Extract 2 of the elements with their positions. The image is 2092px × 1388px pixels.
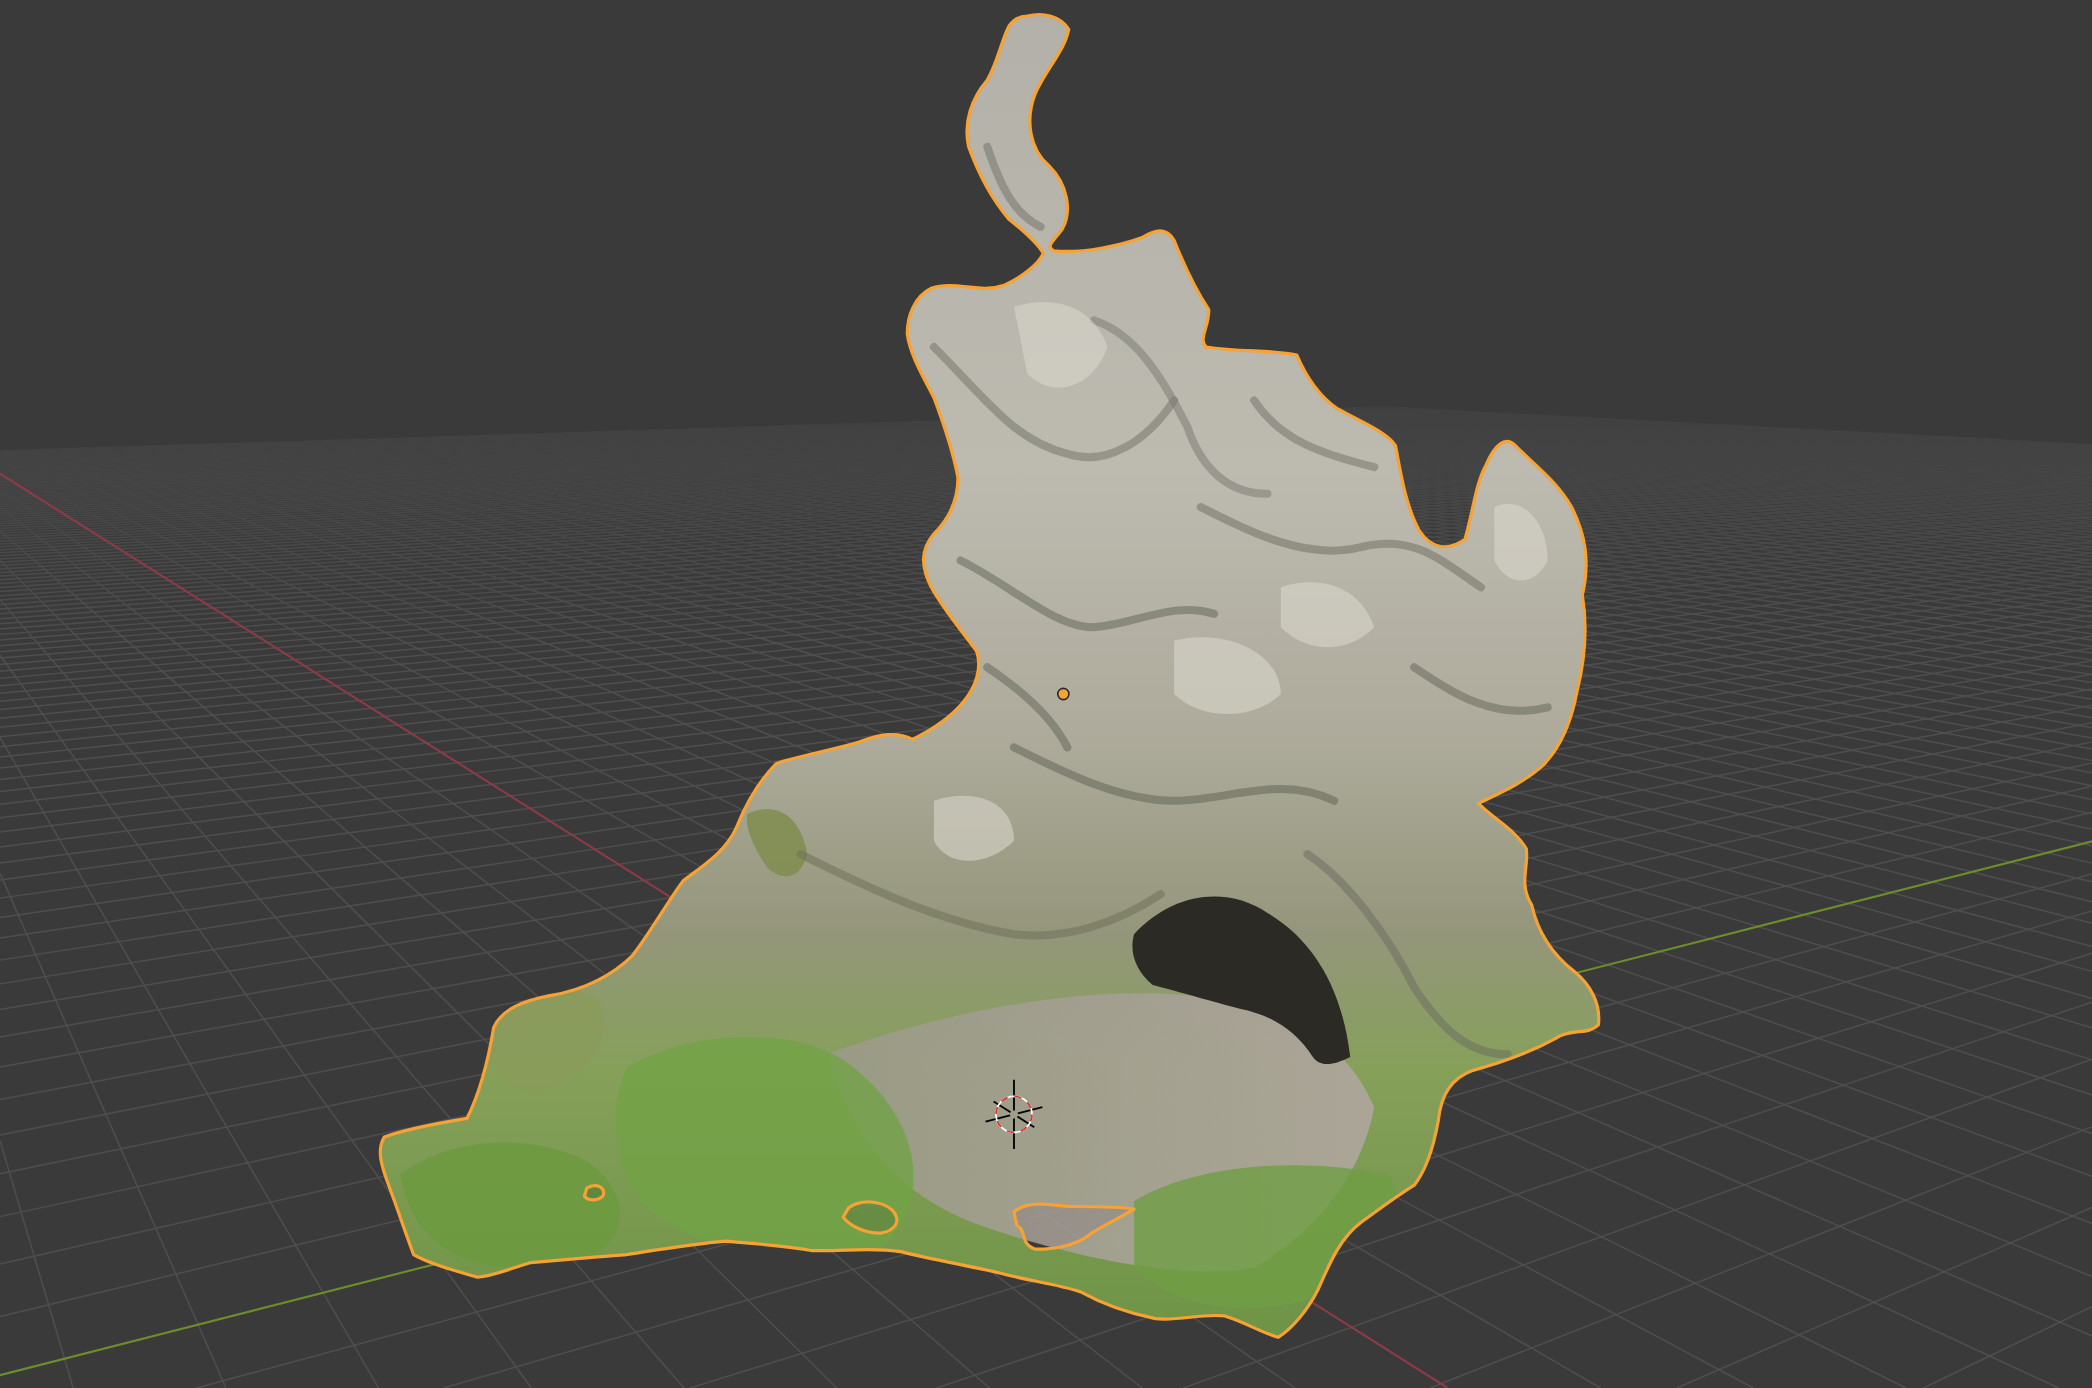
origin-dot-icon [1056, 687, 1070, 701]
cursor-crosshair-icon [984, 1078, 1044, 1151]
